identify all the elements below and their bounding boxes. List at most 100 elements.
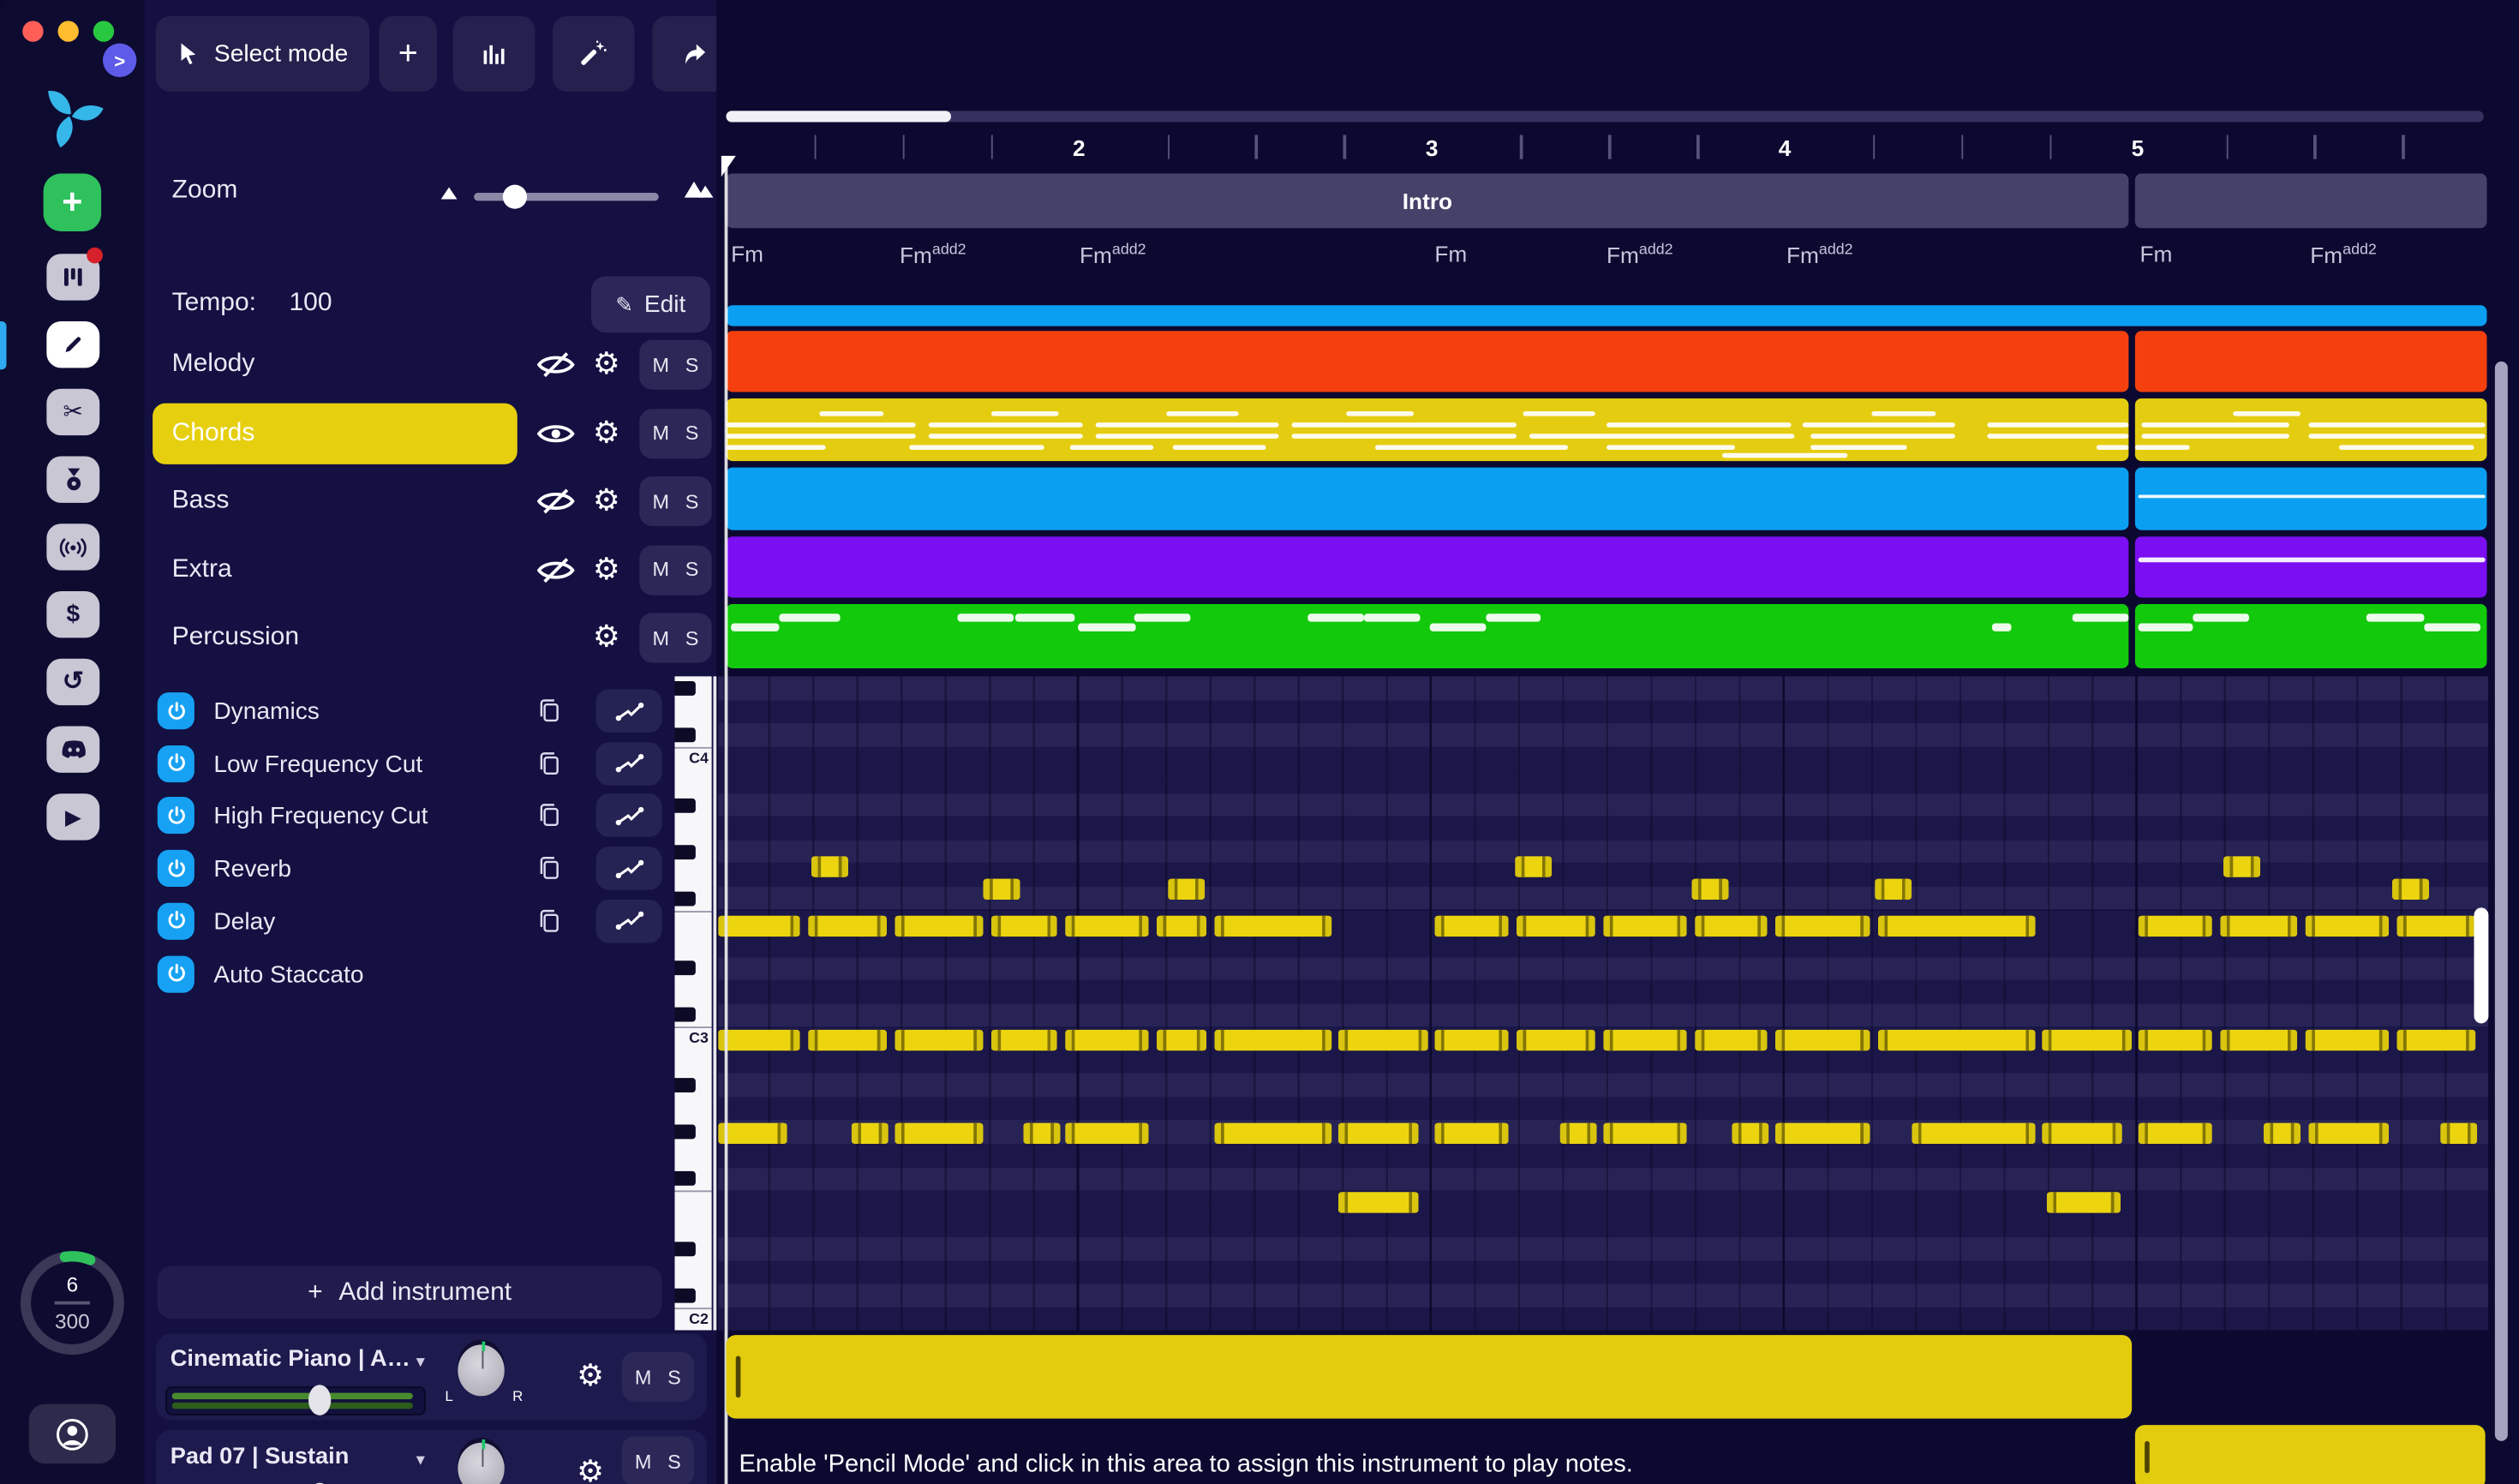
eye-hidden-icon[interactable] xyxy=(536,488,575,515)
piano-roll-note[interactable] xyxy=(1214,1029,1332,1051)
gear-icon[interactable]: ⚙ xyxy=(593,554,620,585)
automation-button[interactable] xyxy=(595,847,662,890)
piano-roll-note[interactable] xyxy=(718,1029,800,1051)
sidebar-item-play[interactable]: ▶ xyxy=(46,793,100,841)
section-block-next[interactable] xyxy=(2134,173,2487,229)
pan-knob[interactable] xyxy=(458,1341,505,1397)
clip-resize-handle[interactable] xyxy=(735,1355,740,1398)
instrument-card[interactable]: Cinematic Piano | Atmo... ▾ L R ⚙ M S xyxy=(155,1333,707,1421)
track-row-bass[interactable]: Bass ⚙ M S xyxy=(145,468,717,536)
instrument-note-clip[interactable] xyxy=(726,1335,2133,1419)
copy-icon[interactable] xyxy=(536,800,562,829)
piano-roll-note[interactable] xyxy=(2391,878,2429,900)
piano-roll-note[interactable] xyxy=(2220,1029,2298,1051)
piano-roll-note[interactable] xyxy=(808,1029,887,1051)
track-name[interactable]: Percussion xyxy=(172,624,299,653)
gear-icon[interactable]: ⚙ xyxy=(593,418,620,449)
gear-icon[interactable]: ⚙ xyxy=(593,486,620,517)
power-toggle[interactable] xyxy=(157,692,194,730)
copy-icon[interactable] xyxy=(536,696,562,725)
track-name[interactable]: Extra xyxy=(172,555,232,584)
lane-clip-bass[interactable] xyxy=(2134,467,2487,530)
playhead-flag[interactable] xyxy=(721,155,736,177)
lane-clip-chords[interactable] xyxy=(2134,398,2487,462)
mute-button[interactable]: M xyxy=(652,559,669,581)
piano-roll-note[interactable] xyxy=(895,1029,984,1051)
piano-roll-scrollbar-thumb[interactable] xyxy=(2474,907,2489,1024)
piano-roll-note[interactable] xyxy=(1695,915,1768,937)
piano-roll-note[interactable] xyxy=(2042,1029,2133,1051)
profile-button[interactable] xyxy=(28,1403,116,1464)
solo-button[interactable]: S xyxy=(667,1366,681,1388)
piano-roll-note[interactable] xyxy=(2308,1122,2390,1144)
piano-roll-note[interactable] xyxy=(718,1122,787,1144)
sidebar-item-pencil[interactable] xyxy=(46,321,100,368)
lane-clip-extra[interactable] xyxy=(726,536,2129,598)
black-key[interactable] xyxy=(674,1242,696,1257)
add-instrument-button[interactable]: + Add instrument xyxy=(157,1266,662,1319)
automation-button[interactable] xyxy=(595,741,662,786)
sidebar-item-history[interactable]: ↺ xyxy=(46,658,100,706)
solo-button[interactable]: S xyxy=(685,422,699,444)
gear-icon[interactable]: ⚙ xyxy=(593,623,620,654)
piano-keyboard[interactable]: C4 C3 C2 xyxy=(674,676,712,1331)
tempo-value[interactable]: 100 xyxy=(290,290,332,319)
horizontal-scrollbar-thumb[interactable] xyxy=(726,111,951,123)
instrument-name[interactable]: Pad 07 | Sustain xyxy=(171,1445,350,1470)
lane-clip-melody[interactable] xyxy=(726,331,2129,392)
lane-clip-melody-strip[interactable] xyxy=(726,305,2487,326)
black-key[interactable] xyxy=(674,1078,696,1093)
tempo-edit-button[interactable]: ✎ Edit xyxy=(591,276,710,333)
clip-resize-handle[interactable] xyxy=(2145,1440,2149,1474)
lane-clip-bass[interactable] xyxy=(726,467,2129,530)
piano-roll-note[interactable] xyxy=(2220,915,2298,937)
piano-roll-note[interactable] xyxy=(895,915,984,937)
pan-knob[interactable] xyxy=(458,1439,505,1484)
piano-roll-note[interactable] xyxy=(811,856,848,877)
automation-button[interactable] xyxy=(595,793,662,838)
piano-roll-note[interactable] xyxy=(1877,1029,2036,1051)
piano-roll-note[interactable] xyxy=(1515,856,1553,877)
track-row-extra[interactable]: Extra ⚙ M S xyxy=(145,536,717,603)
chevron-down-icon[interactable]: ▾ xyxy=(416,1449,425,1470)
black-key[interactable] xyxy=(674,960,696,976)
close-window-button[interactable] xyxy=(22,21,44,42)
black-key[interactable] xyxy=(674,1288,696,1303)
piano-roll-note[interactable] xyxy=(1517,915,1595,937)
volume-slider-thumb[interactable] xyxy=(308,1385,332,1415)
power-toggle[interactable] xyxy=(157,902,194,940)
piano-roll-note[interactable] xyxy=(1214,915,1332,937)
piano-roll-note[interactable] xyxy=(1603,1122,1687,1144)
piano-roll-note[interactable] xyxy=(2396,1029,2476,1051)
track-row-melody[interactable]: Melody ⚙ M S xyxy=(145,331,717,398)
lane-clip-chords[interactable] xyxy=(726,398,2129,462)
zoom-out-icon[interactable] xyxy=(437,183,461,201)
section-block-intro[interactable]: Intro xyxy=(726,173,2129,229)
piano-roll-note[interactable] xyxy=(1168,878,1206,900)
piano-roll-note[interactable] xyxy=(2138,1029,2212,1051)
mute-button[interactable]: M xyxy=(652,490,669,512)
piano-roll-note[interactable] xyxy=(2305,915,2390,937)
black-key[interactable] xyxy=(674,797,696,812)
piano-roll-note[interactable] xyxy=(1912,1122,2036,1144)
piano-roll-note[interactable] xyxy=(895,1122,984,1144)
piano-roll-note[interactable] xyxy=(718,915,800,937)
automation-button[interactable] xyxy=(595,899,662,943)
automation-button[interactable] xyxy=(595,689,662,733)
track-name[interactable]: Bass xyxy=(172,487,230,516)
piano-roll-note[interactable] xyxy=(1434,1122,1509,1144)
gear-icon[interactable]: ⚙ xyxy=(577,1457,604,1484)
gear-icon[interactable]: ⚙ xyxy=(577,1361,604,1392)
vertical-scrollbar-thumb[interactable] xyxy=(2494,361,2508,1441)
piano-roll-note[interactable] xyxy=(2138,915,2212,937)
instrument-note-clip[interactable] xyxy=(2134,1425,2486,1484)
copy-icon[interactable] xyxy=(536,853,562,883)
piano-roll-note[interactable] xyxy=(1434,1029,1509,1051)
lane-clip-extra[interactable] xyxy=(2134,536,2487,598)
horizontal-scrollbar-track[interactable] xyxy=(726,111,2484,123)
sidebar-item-medal[interactable] xyxy=(46,456,100,503)
piano-roll-note[interactable] xyxy=(1774,1029,1870,1051)
copy-icon[interactable] xyxy=(536,906,562,935)
gear-icon[interactable]: ⚙ xyxy=(593,350,620,380)
piano-roll-note[interactable] xyxy=(1337,1122,1419,1144)
